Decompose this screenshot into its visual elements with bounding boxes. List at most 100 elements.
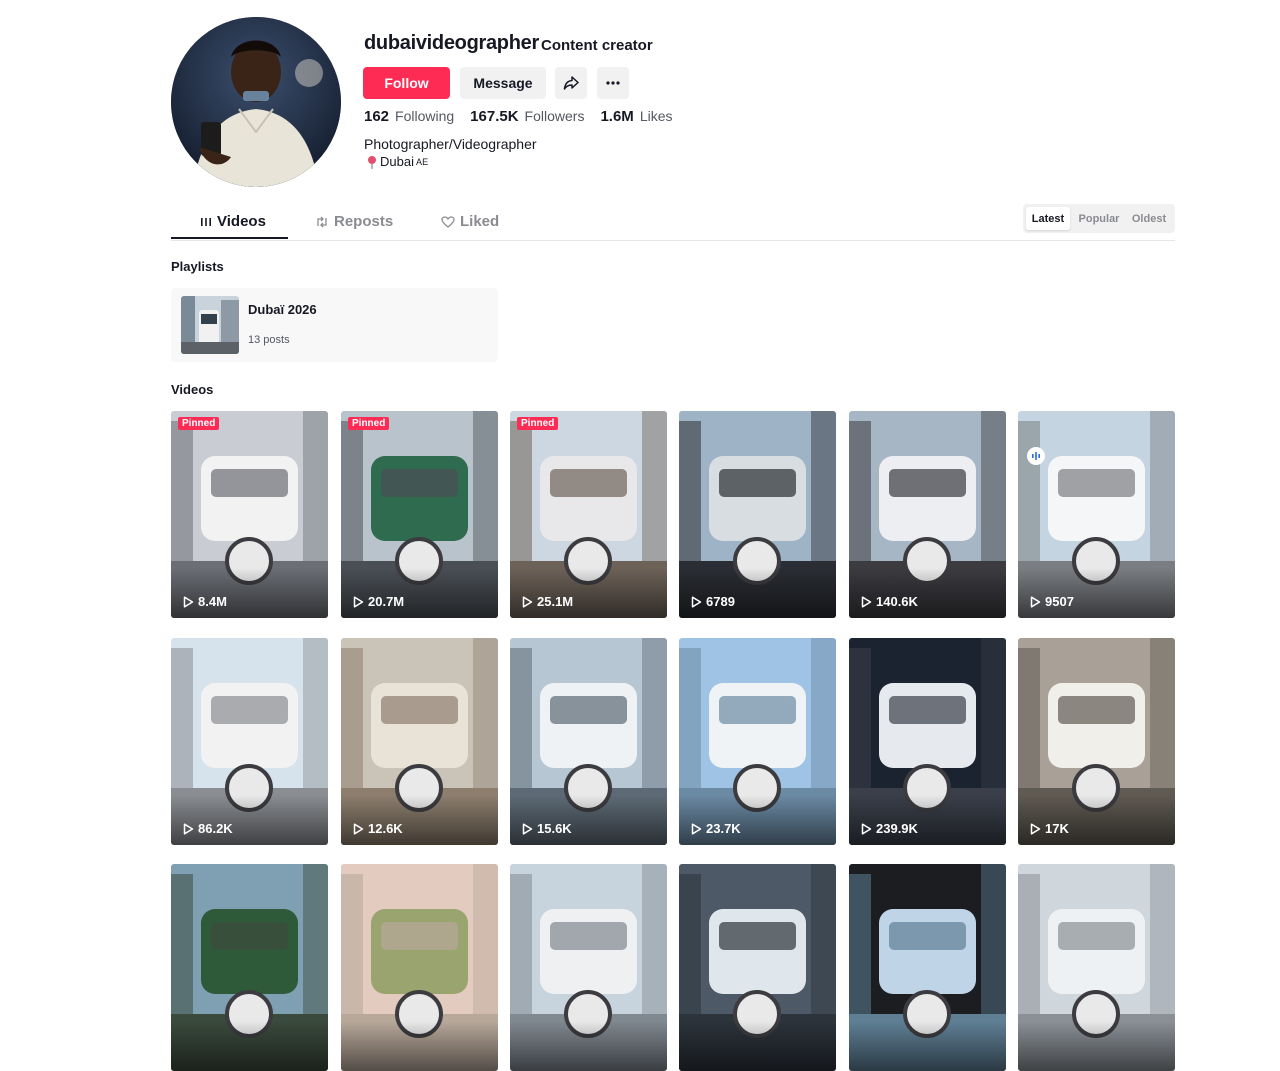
profile-stats: 162 Following 167.5K Followers 1.6M Likes	[364, 108, 673, 126]
view-count: 86.2K	[183, 821, 233, 836]
sort-latest[interactable]: Latest	[1026, 207, 1070, 230]
share-icon	[563, 76, 579, 90]
play-icon	[861, 595, 872, 608]
playlists-heading: Playlists	[171, 259, 224, 274]
thumbnail-shade	[679, 1021, 836, 1071]
video-card[interactable]: 17K	[1018, 638, 1175, 845]
thumbnail-shade	[510, 1021, 667, 1071]
bio-text: Photographer/Videographer	[364, 136, 537, 152]
nickname: Content creator	[541, 37, 653, 54]
thumbnail-shade	[849, 568, 1006, 618]
view-count-text: 25.1M	[537, 594, 574, 609]
stat-following[interactable]: 162 Following	[364, 108, 454, 126]
video-card[interactable]	[1018, 864, 1175, 1071]
more-options-button[interactable]	[597, 67, 629, 99]
view-count: 9507	[1030, 594, 1074, 609]
view-count: 6789	[691, 594, 735, 609]
view-count: 25.1M	[522, 594, 573, 609]
view-count: 140.6K	[861, 594, 918, 609]
stat-likes: 1.6M Likes	[600, 108, 673, 125]
video-card[interactable]	[849, 864, 1006, 1071]
thumbnail-shade	[849, 1021, 1006, 1071]
share-button[interactable]	[555, 67, 587, 99]
audio-wave-icon	[1027, 447, 1045, 465]
video-card[interactable]: 12.6K	[341, 638, 498, 845]
thumbnail-shade	[679, 795, 836, 845]
video-card[interactable]: Pinned 25.1M	[510, 411, 667, 618]
stat-followers[interactable]: 167.5K Followers	[470, 108, 584, 126]
view-count-text: 6789	[706, 594, 735, 609]
play-icon	[522, 822, 533, 835]
play-icon	[691, 595, 702, 608]
thumbnail-shade	[1018, 568, 1175, 618]
tab-liked[interactable]: Liked	[441, 213, 499, 230]
play-icon	[353, 595, 364, 608]
tab-videos[interactable]: Videos	[200, 213, 266, 230]
video-card[interactable]: Pinned 8.4M	[171, 411, 328, 618]
pinned-badge: Pinned	[348, 417, 390, 430]
sort-popular[interactable]: Popular	[1074, 207, 1124, 230]
grid-icon	[201, 217, 211, 226]
thumbnail-shade	[849, 795, 1006, 845]
active-tab-indicator	[171, 237, 288, 239]
video-card[interactable]: 239.9K	[849, 638, 1006, 845]
playlist-post-count: 13 posts	[248, 334, 290, 346]
videos-heading: Videos	[171, 382, 214, 397]
message-button[interactable]: Message	[460, 67, 546, 99]
video-card[interactable]: 86.2K	[171, 638, 328, 845]
pinned-badge: Pinned	[178, 417, 220, 430]
play-icon	[1030, 595, 1041, 608]
thumbnail-shade	[510, 568, 667, 618]
play-icon	[353, 822, 364, 835]
sort-oldest[interactable]: Oldest	[1127, 207, 1171, 230]
view-count: 20.7M	[353, 594, 404, 609]
play-icon	[522, 595, 533, 608]
video-card[interactable]	[679, 864, 836, 1071]
thumbnail-shade	[341, 795, 498, 845]
play-icon	[1030, 822, 1041, 835]
view-count-text: 17K	[1045, 821, 1069, 836]
thumbnail-shade	[341, 1021, 498, 1071]
view-count: 239.9K	[861, 821, 918, 836]
repost-icon	[317, 216, 327, 227]
view-count-text: 23.7K	[706, 821, 741, 836]
video-card[interactable]: 23.7K	[679, 638, 836, 845]
view-count: 15.6K	[522, 821, 572, 836]
video-card[interactable]	[341, 864, 498, 1071]
video-card[interactable]: 140.6K	[849, 411, 1006, 618]
video-card[interactable]	[510, 864, 667, 1071]
play-icon	[861, 822, 872, 835]
username: dubaivideographer	[364, 32, 539, 54]
location-name: Dubai	[380, 154, 414, 169]
video-card[interactable]	[171, 864, 328, 1071]
location-country: AE	[415, 156, 429, 167]
view-count: 12.6K	[353, 821, 403, 836]
video-card[interactable]: Pinned 20.7M	[341, 411, 498, 618]
view-count-text: 12.6K	[368, 821, 403, 836]
thumbnail-shade	[1018, 795, 1175, 845]
thumbnail-shade	[679, 568, 836, 618]
play-icon	[183, 822, 194, 835]
playlist-thumbnail-image	[181, 296, 239, 354]
thumbnail-shade	[510, 795, 667, 845]
view-count-text: 239.9K	[876, 821, 918, 836]
playlist-thumbnail	[181, 296, 239, 354]
view-count: 8.4M	[183, 594, 227, 609]
pinned-badge: Pinned	[517, 417, 559, 430]
thumbnail-shade	[171, 1021, 328, 1071]
play-icon	[691, 822, 702, 835]
view-count-text: 9507	[1045, 594, 1074, 609]
play-icon	[183, 595, 194, 608]
thumbnail-shade	[341, 568, 498, 618]
playlist-card[interactable]: Dubaï 2026 13 posts	[171, 288, 498, 362]
video-card[interactable]: 15.6K	[510, 638, 667, 845]
profile-avatar[interactable]	[171, 17, 341, 187]
thumbnail-shade	[1018, 1021, 1175, 1071]
follow-button[interactable]: Follow	[363, 67, 450, 99]
video-card[interactable]: 6789	[679, 411, 836, 618]
tab-reposts[interactable]: Reposts	[315, 213, 393, 230]
view-count-text: 86.2K	[198, 821, 233, 836]
video-card[interactable]: 9507	[1018, 411, 1175, 618]
thumbnail-shade	[171, 795, 328, 845]
location: Dubai AE	[366, 154, 428, 169]
